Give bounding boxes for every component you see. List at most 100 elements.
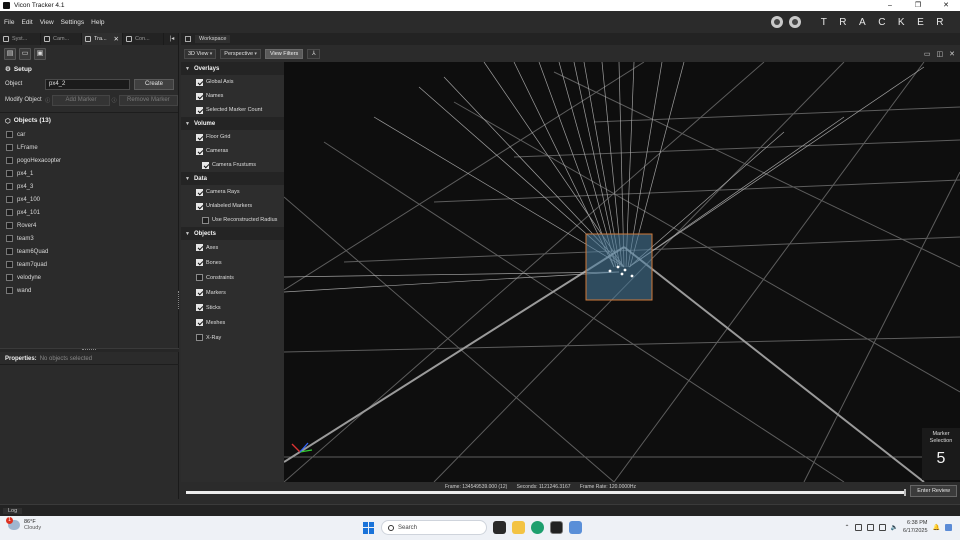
file-explorer-icon[interactable]: [512, 521, 525, 534]
scene-render[interactable]: [284, 62, 960, 482]
filter-camera-rays[interactable]: Camera Rays: [181, 185, 284, 199]
checkbox[interactable]: [6, 196, 13, 203]
tab-log[interactable]: Log: [3, 507, 23, 514]
checkbox[interactable]: [202, 161, 209, 169]
checkbox[interactable]: [202, 216, 209, 224]
filter-camera-frustums[interactable]: Camera Frustums: [181, 158, 284, 172]
section-data[interactable]: ▼ Data: [181, 172, 284, 185]
timeline-slider[interactable]: [186, 489, 906, 496]
menu-view[interactable]: View: [40, 19, 54, 26]
3d-viewport[interactable]: Marker Selection 5: [284, 62, 960, 482]
filter-global-axis[interactable]: Global Axis: [181, 75, 284, 89]
checkbox[interactable]: [6, 183, 13, 190]
list-item[interactable]: wand: [0, 284, 178, 297]
cloud-sync-icon[interactable]: [866, 523, 874, 531]
checkbox[interactable]: [196, 304, 203, 311]
close-view-icon[interactable]: ✕: [949, 50, 955, 58]
checkbox[interactable]: [6, 274, 13, 281]
checkbox[interactable]: [196, 92, 203, 100]
copilot-icon[interactable]: [945, 523, 952, 531]
filter-sticks[interactable]: Sticks: [181, 300, 284, 315]
filter-meshes[interactable]: Meshes: [181, 315, 284, 330]
filter-constraints[interactable]: Constraints: [181, 270, 284, 285]
checkbox[interactable]: [6, 144, 13, 151]
timeline-handle[interactable]: [904, 489, 906, 496]
split-view-icon[interactable]: ◫: [937, 50, 944, 58]
filter-cameras[interactable]: Cameras: [181, 144, 284, 158]
filter-floor-grid[interactable]: Floor Grid: [181, 130, 284, 144]
list-item[interactable]: px4_100: [0, 193, 178, 206]
checkbox[interactable]: [6, 235, 13, 242]
checkbox[interactable]: [6, 157, 13, 164]
view-filters-button[interactable]: View Filters: [264, 48, 304, 59]
open-folder-icon[interactable]: ▭: [19, 47, 31, 60]
new-file-icon[interactable]: ▤: [4, 47, 16, 60]
bell-icon[interactable]: 🔔: [933, 524, 940, 531]
tab-tracking[interactable]: Tra... ✕: [82, 33, 123, 45]
list-item[interactable]: team3: [0, 232, 178, 245]
filter-use-reconstructed-radius[interactable]: Use Reconstructed Radius: [181, 213, 284, 227]
list-item[interactable]: team7quad: [0, 258, 178, 271]
filter-markers[interactable]: Markers: [181, 285, 284, 300]
status-icon[interactable]: [788, 16, 801, 28]
edge-browser-icon[interactable]: [531, 521, 544, 534]
chevron-up-icon[interactable]: ⌃: [845, 524, 850, 531]
filter-axes[interactable]: Axes: [181, 240, 284, 255]
filter-selected-marker-count[interactable]: Selected Marker Count: [181, 103, 284, 117]
checkbox[interactable]: [6, 248, 13, 255]
list-item[interactable]: px4_3: [0, 180, 178, 193]
filter-unlabeled-markers[interactable]: Unlabeled Markers: [181, 199, 284, 213]
list-item[interactable]: px4_1: [0, 167, 178, 180]
section-objects[interactable]: ▼ Objects: [181, 227, 284, 240]
list-item[interactable]: velodyne: [0, 271, 178, 284]
checkbox[interactable]: [196, 274, 203, 281]
network-icon[interactable]: [878, 523, 886, 531]
list-item[interactable]: pogoHexacopter: [0, 154, 178, 167]
checkbox[interactable]: [6, 209, 13, 216]
minimize-button[interactable]: –: [876, 0, 904, 11]
camera-mode-dropdown[interactable]: Perspective: [220, 48, 261, 59]
checkbox[interactable]: [196, 202, 203, 210]
network-app-icon[interactable]: [569, 521, 582, 534]
axis-icon[interactable]: ⅄: [307, 48, 321, 59]
tab-cameras[interactable]: Cam...: [41, 33, 82, 45]
clock[interactable]: 6:38 PM 6/17/2025: [903, 519, 927, 535]
checkbox[interactable]: [6, 287, 13, 294]
checkbox[interactable]: [196, 188, 203, 196]
checkbox[interactable]: [6, 222, 13, 229]
security-icon[interactable]: [854, 523, 862, 531]
tab-system[interactable]: Syst...: [0, 33, 41, 45]
collapse-panel-icon[interactable]: |◂: [166, 33, 178, 45]
enter-review-button[interactable]: Enter Review: [910, 485, 957, 497]
menu-edit[interactable]: Edit: [21, 19, 32, 26]
tab-workspace[interactable]: Workspace: [195, 35, 231, 43]
object-name-input[interactable]: px4_2: [45, 78, 130, 90]
list-item[interactable]: px4_101: [0, 206, 178, 219]
speaker-icon[interactable]: 🔈: [891, 524, 898, 531]
save-icon[interactable]: ▣: [34, 47, 46, 60]
checkbox[interactable]: [196, 133, 203, 141]
checkbox[interactable]: [196, 259, 203, 266]
single-view-icon[interactable]: ▭: [924, 50, 931, 58]
menu-settings[interactable]: Settings: [61, 19, 85, 26]
remove-marker-button[interactable]: Remove Marker: [118, 94, 178, 106]
menu-file[interactable]: File: [4, 19, 14, 26]
list-item[interactable]: Rover4: [0, 219, 178, 232]
section-volume[interactable]: ▼ Volume: [181, 117, 284, 130]
checkbox[interactable]: [196, 147, 203, 155]
list-item[interactable]: LFrame: [0, 141, 178, 154]
close-tab-icon[interactable]: ✕: [114, 35, 119, 43]
weather-widget[interactable]: 1 86°F Cloudy: [6, 517, 41, 531]
list-item[interactable]: car: [0, 128, 178, 141]
view-mode-dropdown[interactable]: 3D View: [184, 48, 217, 59]
list-item[interactable]: team6Quad: [0, 245, 178, 258]
filter-bones[interactable]: Bones: [181, 255, 284, 270]
vertical-resize-handle[interactable]: [178, 291, 180, 309]
checkbox[interactable]: [196, 289, 203, 296]
vicon-tracker-taskbar-icon[interactable]: [550, 521, 563, 534]
checkbox[interactable]: [196, 244, 203, 251]
checkbox[interactable]: [196, 319, 203, 326]
windows-start-icon[interactable]: [363, 521, 375, 534]
panel-splitter[interactable]: [0, 348, 179, 352]
menu-help[interactable]: Help: [91, 19, 104, 26]
